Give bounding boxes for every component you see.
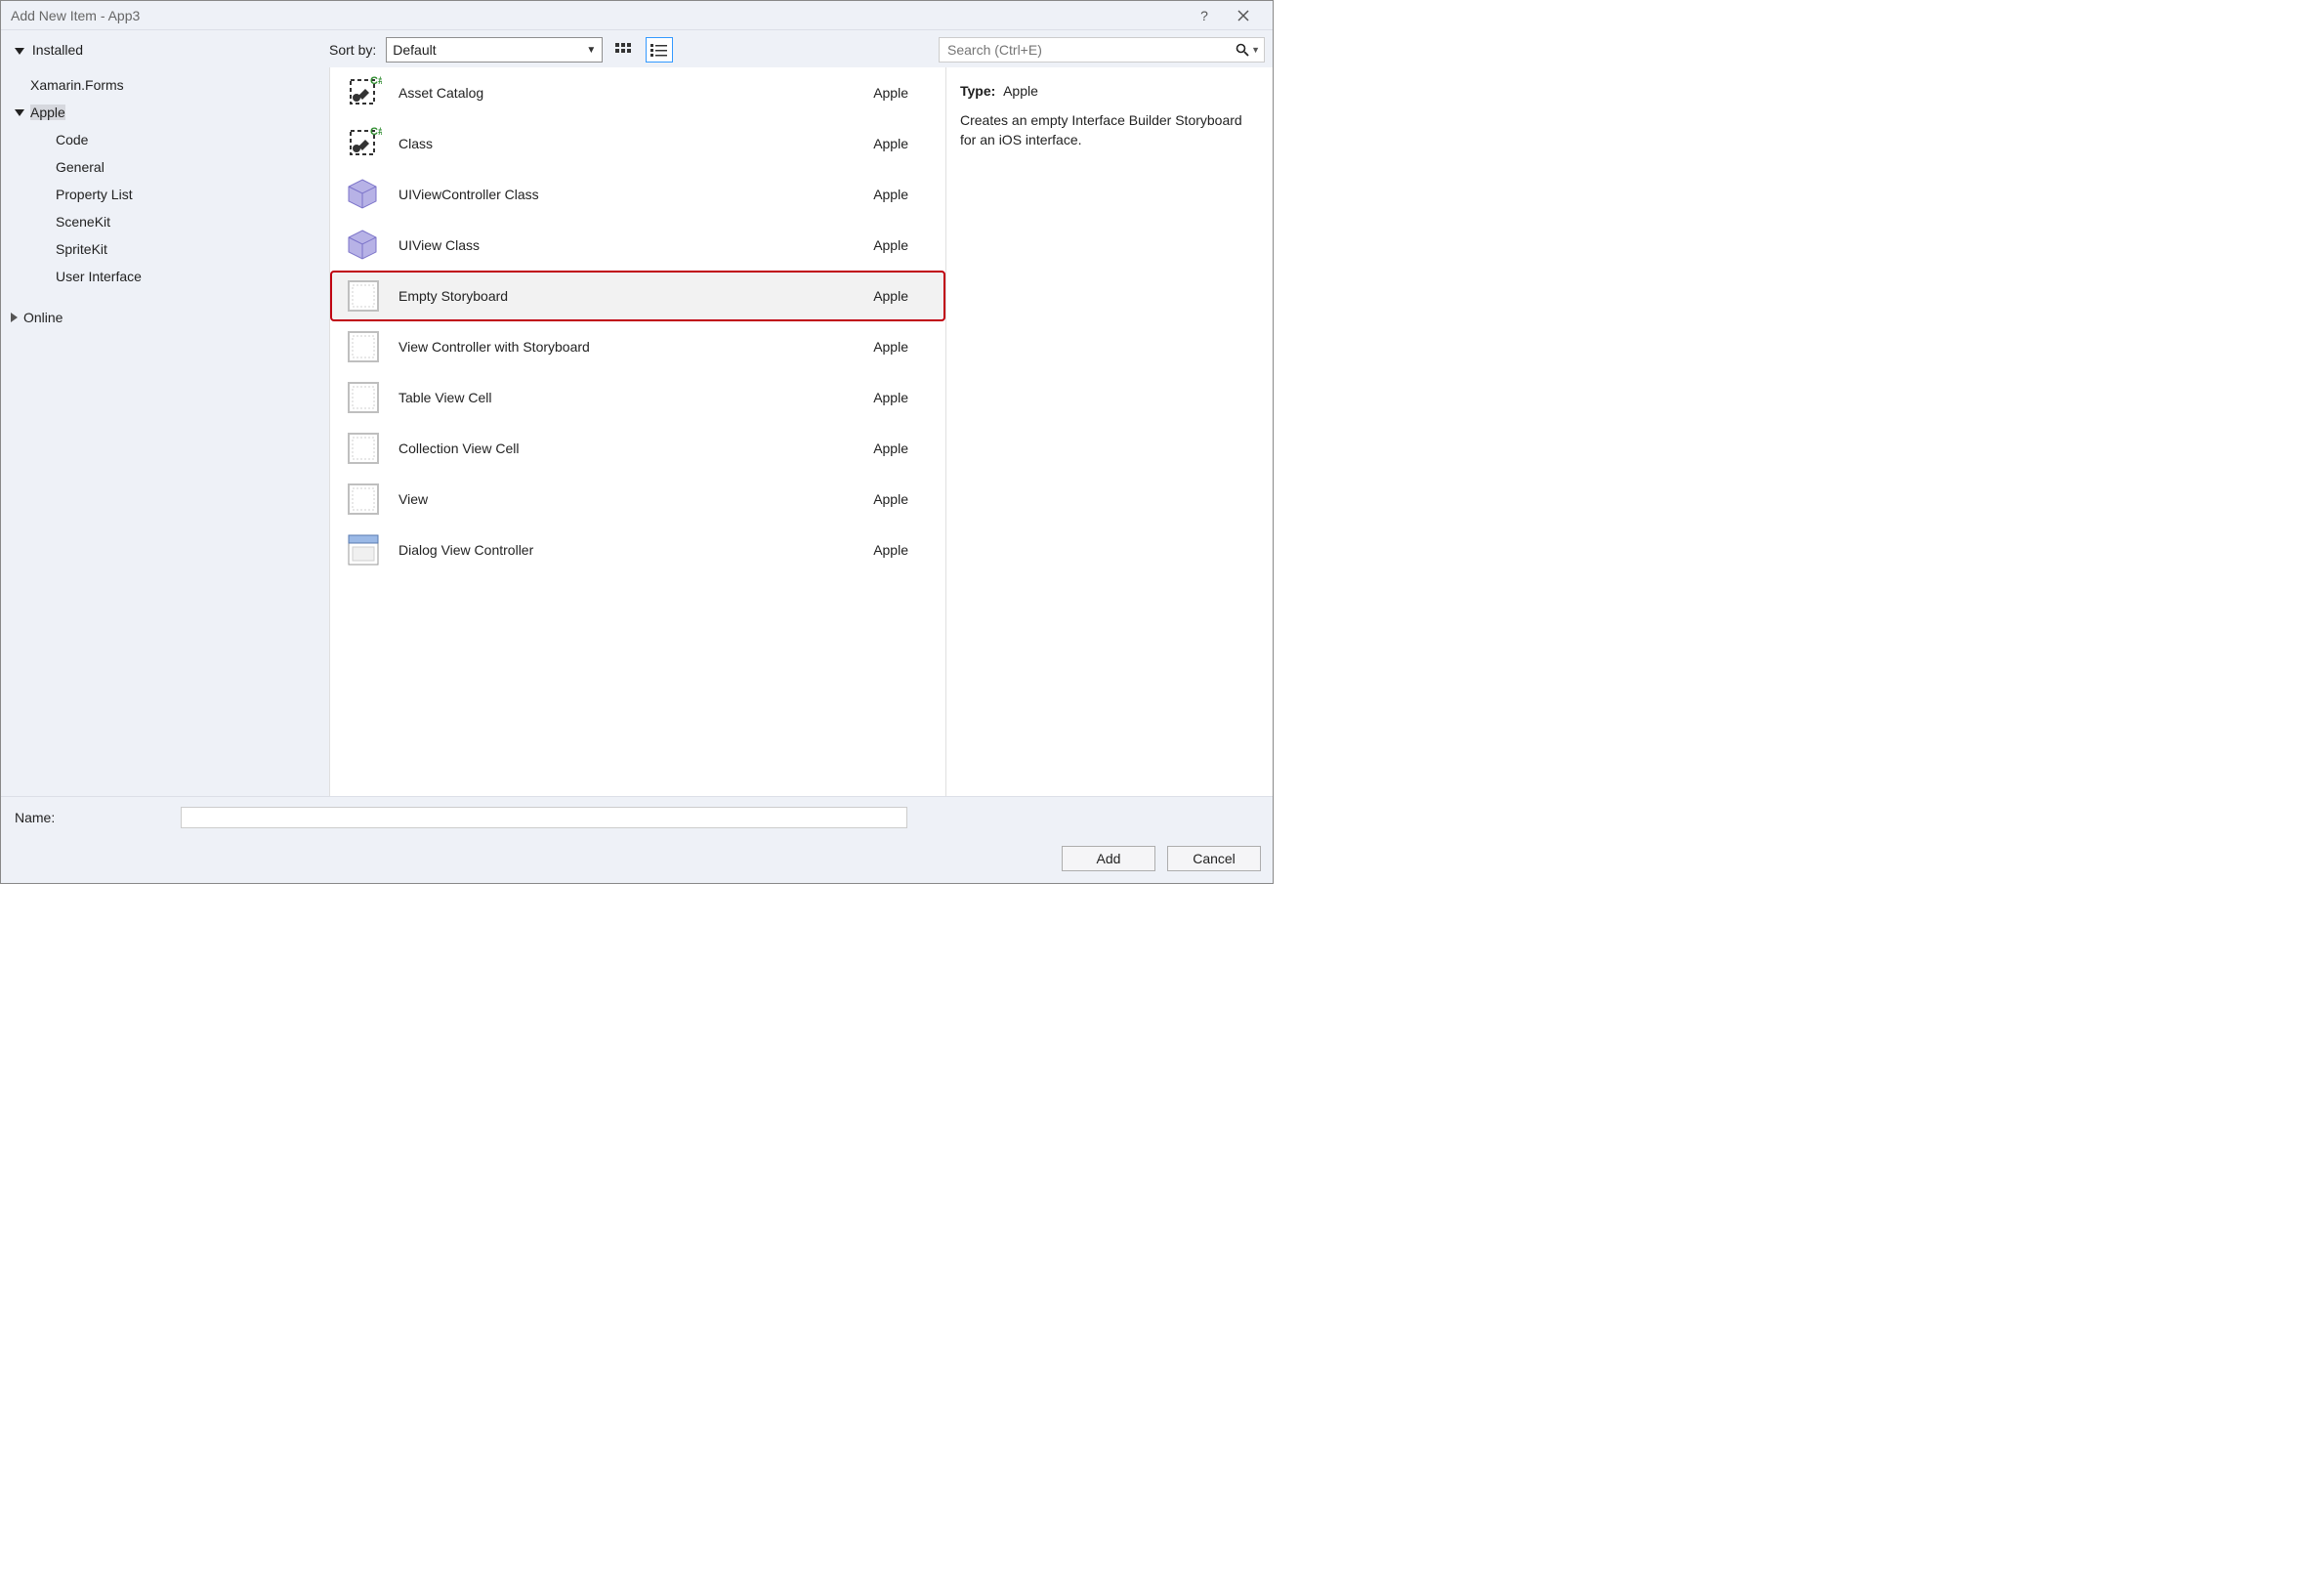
template-item[interactable]: Empty StoryboardApple: [330, 271, 945, 321]
tree-item-scenekit[interactable]: SceneKit: [1, 208, 329, 235]
cancel-button-label: Cancel: [1193, 851, 1236, 866]
template-icon: [344, 73, 383, 112]
template-group: Apple: [873, 491, 908, 507]
add-button-label: Add: [1097, 851, 1121, 866]
tree-item-spritekit[interactable]: SpriteKit: [1, 235, 329, 263]
template-icon: [344, 226, 383, 265]
template-item[interactable]: ViewApple: [330, 474, 945, 525]
type-value: Apple: [1003, 83, 1038, 99]
template-icon: [344, 327, 383, 366]
tree-item-label: SpriteKit: [56, 241, 107, 257]
template-group: Apple: [873, 187, 908, 202]
tree-item-code[interactable]: Code: [1, 126, 329, 153]
template-item[interactable]: Asset CatalogApple: [330, 67, 945, 118]
category-tree: Xamarin.Forms Apple Code General Propert…: [1, 67, 329, 796]
template-group: Apple: [873, 85, 908, 101]
tree-root-online[interactable]: Online: [1, 304, 329, 331]
add-button[interactable]: Add: [1062, 846, 1155, 871]
template-name: Dialog View Controller: [398, 542, 873, 558]
template-icon: [344, 124, 383, 163]
tree-item-xamarin-forms[interactable]: Xamarin.Forms: [1, 71, 329, 99]
close-icon: [1237, 10, 1249, 21]
close-button[interactable]: [1224, 2, 1263, 29]
tree-item-label: General: [56, 159, 105, 175]
header-row: Installed Sort by: Default ▼: [1, 30, 1273, 67]
template-item[interactable]: UIViewController ClassApple: [330, 169, 945, 220]
template-group: Apple: [873, 542, 908, 558]
name-label: Name:: [13, 810, 181, 825]
tree-item-apple[interactable]: Apple: [1, 99, 329, 126]
template-name: UIView Class: [398, 237, 873, 253]
view-tiles-button[interactable]: [610, 37, 638, 63]
tree-item-user-interface[interactable]: User Interface: [1, 263, 329, 290]
titlebar: Add New Item - App3 ?: [1, 1, 1273, 30]
search-box[interactable]: ▼: [939, 37, 1265, 63]
chevron-down-icon: ▼: [586, 45, 596, 56]
sort-by-label: Sort by:: [329, 42, 376, 58]
tree-root-installed[interactable]: Installed: [15, 42, 83, 58]
tree-item-label: Apple: [30, 105, 65, 120]
template-name: Collection View Cell: [398, 441, 873, 456]
tree-item-general[interactable]: General: [1, 153, 329, 181]
template-group: Apple: [873, 390, 908, 405]
tree-item-label: SceneKit: [56, 214, 110, 230]
template-description: Creates an empty Interface Builder Story…: [960, 110, 1259, 150]
template-icon: [344, 378, 383, 417]
template-name: Table View Cell: [398, 390, 873, 405]
template-item[interactable]: Dialog View ControllerApple: [330, 525, 945, 575]
type-label: Type:: [960, 83, 995, 99]
template-name: Empty Storyboard: [398, 288, 873, 304]
tree-root-label: Installed: [32, 42, 83, 58]
template-name: Class: [398, 136, 873, 151]
tree-item-label: Property List: [56, 187, 133, 202]
name-input[interactable]: [181, 807, 907, 828]
details-pane: Type: Apple Creates an empty Interface B…: [946, 67, 1273, 796]
help-button[interactable]: ?: [1185, 2, 1224, 29]
template-name: UIViewController Class: [398, 187, 873, 202]
search-options-dropdown[interactable]: ▼: [1251, 45, 1260, 55]
template-item[interactable]: View Controller with StoryboardApple: [330, 321, 945, 372]
template-item[interactable]: ClassApple: [330, 118, 945, 169]
tree-root-label: Online: [23, 310, 63, 325]
template-name: View Controller with Storyboard: [398, 339, 873, 355]
search-icon[interactable]: [1236, 43, 1249, 57]
template-icon: [344, 480, 383, 519]
view-list-button[interactable]: [646, 37, 673, 63]
chevron-down-icon: [15, 48, 24, 55]
tree-item-label: User Interface: [56, 269, 142, 284]
list-icon: [650, 43, 668, 57]
template-group: Apple: [873, 441, 908, 456]
template-list[interactable]: Asset CatalogAppleClassAppleUIViewContro…: [329, 67, 946, 796]
sort-by-value: Default: [393, 42, 436, 58]
template-item[interactable]: UIView ClassApple: [330, 220, 945, 271]
sort-by-select[interactable]: Default ▼: [386, 37, 603, 63]
template-item[interactable]: Collection View CellApple: [330, 423, 945, 474]
tree-item-property-list[interactable]: Property List: [1, 181, 329, 208]
template-icon: [344, 276, 383, 315]
type-line: Type: Apple: [960, 83, 1259, 99]
template-icon: [344, 175, 383, 214]
template-item[interactable]: Table View CellApple: [330, 372, 945, 423]
chevron-right-icon: [11, 313, 18, 322]
template-name: Asset Catalog: [398, 85, 873, 101]
template-group: Apple: [873, 288, 908, 304]
add-new-item-dialog: Add New Item - App3 ? Installed Sort by:…: [0, 0, 1274, 884]
tree-item-label: Xamarin.Forms: [30, 77, 124, 93]
chevron-down-icon: [15, 109, 24, 116]
template-icon: [344, 429, 383, 468]
template-group: Apple: [873, 237, 908, 253]
tiles-icon: [615, 43, 633, 57]
template-name: View: [398, 491, 873, 507]
search-input[interactable]: [947, 42, 1232, 58]
template-icon: [344, 530, 383, 569]
template-group: Apple: [873, 339, 908, 355]
bottom-panel: Name: Add Cancel: [1, 796, 1273, 883]
tree-item-label: Code: [56, 132, 88, 147]
cancel-button[interactable]: Cancel: [1167, 846, 1261, 871]
window-title: Add New Item - App3: [11, 8, 140, 23]
template-group: Apple: [873, 136, 908, 151]
